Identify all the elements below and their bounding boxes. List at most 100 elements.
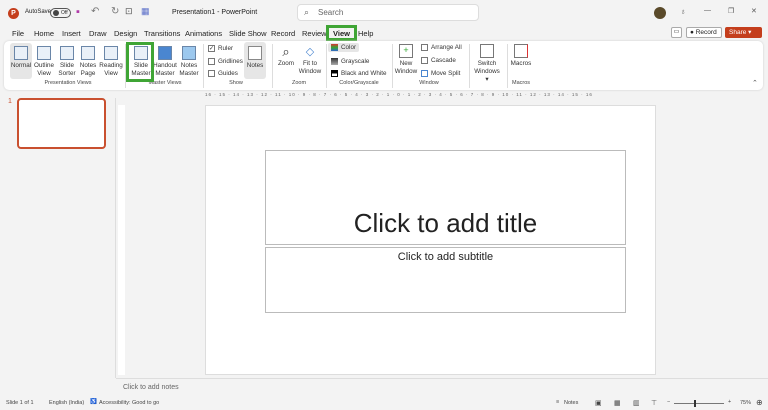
title-placeholder[interactable]: Click to add title bbox=[265, 150, 626, 245]
tab-slide-show[interactable]: Slide Show bbox=[229, 29, 267, 38]
slide-sorter-button[interactable]: Slide Sorter bbox=[56, 46, 78, 78]
notes-page-icon bbox=[81, 46, 95, 60]
tab-animations[interactable]: Animations bbox=[185, 29, 222, 38]
fit-slide-icon[interactable]: ⊕ bbox=[756, 398, 763, 407]
macros-icon bbox=[514, 44, 528, 58]
autosave-toggle[interactable]: Off bbox=[50, 8, 71, 18]
search-input[interactable]: ⌕ Search bbox=[297, 4, 479, 21]
group-label: Macros bbox=[511, 80, 531, 86]
share-button[interactable]: Share ▾ bbox=[725, 27, 762, 38]
collapse-ribbon-icon[interactable]: ⌃ bbox=[752, 79, 758, 87]
zoom-level[interactable]: 75% bbox=[740, 400, 751, 406]
comments-button[interactable]: ▭ bbox=[671, 27, 682, 38]
label: Switch Windows bbox=[474, 60, 500, 75]
horizontal-ruler: 16 · 15 · 14 · 13 · 12 · 11 · 10 · 9 · 8… bbox=[205, 92, 593, 97]
pane-divider[interactable] bbox=[115, 98, 116, 378]
macros-button[interactable]: Macros bbox=[509, 44, 533, 68]
normal-view-icon[interactable]: ▣ bbox=[595, 399, 602, 407]
avatar[interactable] bbox=[654, 7, 666, 19]
label: Notes Page bbox=[79, 62, 97, 77]
tab-record[interactable]: Record bbox=[271, 29, 295, 38]
color-button[interactable]: Color bbox=[328, 43, 360, 52]
tab-review[interactable]: Review bbox=[302, 29, 327, 38]
record-button[interactable]: ● Record bbox=[686, 27, 722, 38]
ruler-checkbox[interactable]: ✓ Ruler bbox=[208, 45, 233, 52]
group-label: Window bbox=[419, 80, 439, 86]
restore-button[interactable]: ❐ bbox=[728, 7, 734, 15]
guides-checkbox[interactable]: Guides bbox=[208, 70, 238, 77]
redo-icon[interactable]: ↻ bbox=[111, 6, 119, 17]
label: Notes bbox=[246, 62, 264, 69]
switch-windows-button[interactable]: Switch Windows ▾ bbox=[472, 44, 502, 84]
normal-view-button[interactable]: Normal bbox=[10, 43, 32, 79]
label: Zoom bbox=[277, 60, 295, 67]
view-tab-highlight bbox=[326, 25, 357, 41]
fit-to-window-button[interactable]: ◇ Fit to Window bbox=[297, 44, 323, 76]
outline-view-button[interactable]: Outline View bbox=[33, 46, 55, 78]
cascade-button[interactable]: Cascade bbox=[421, 57, 456, 64]
divider bbox=[469, 44, 470, 88]
notes-icon bbox=[248, 46, 262, 60]
black-and-white-button[interactable]: Black and White bbox=[331, 70, 387, 77]
reading-view-icon[interactable]: ▥ bbox=[633, 399, 640, 407]
slide-sorter-icon[interactable]: ▦ bbox=[614, 399, 621, 407]
notes-toggle-icon: ≡ bbox=[556, 399, 560, 405]
divider bbox=[326, 44, 327, 88]
divider bbox=[392, 44, 393, 88]
notes-pane[interactable]: Click to add notes bbox=[116, 378, 768, 395]
zoom-button[interactable]: ⌕ Zoom bbox=[275, 44, 297, 68]
color-icon bbox=[331, 44, 338, 51]
new-window-icon: + bbox=[399, 44, 413, 58]
zoom-out-button[interactable]: − bbox=[667, 399, 670, 405]
status-bar: Slide 1 of 1 English (India) ♿ Accessibi… bbox=[0, 396, 768, 410]
tab-home[interactable]: Home bbox=[34, 29, 54, 38]
tab-help[interactable]: Help bbox=[358, 29, 373, 38]
label: Notes Master bbox=[179, 62, 199, 77]
label: Normal bbox=[10, 62, 32, 69]
label: Fit to Window bbox=[298, 60, 322, 75]
tab-draw[interactable]: Draw bbox=[89, 29, 107, 38]
record-label: Record bbox=[695, 29, 717, 36]
present-icon[interactable]: ⊡ bbox=[125, 6, 133, 17]
close-button[interactable]: ✕ bbox=[751, 7, 757, 15]
accessibility-icon: ♿ bbox=[90, 399, 97, 405]
language-indicator[interactable]: English (India) bbox=[49, 400, 84, 406]
group-label: Color/Grayscale bbox=[339, 80, 379, 86]
tab-insert[interactable]: Insert bbox=[62, 29, 81, 38]
save-icon[interactable]: ▪ bbox=[76, 6, 80, 18]
slide-counter: Slide 1 of 1 bbox=[6, 400, 34, 406]
move-split-button[interactable]: Move Split bbox=[421, 70, 460, 77]
reading-view-button[interactable]: Reading View bbox=[99, 46, 123, 78]
label: Color bbox=[341, 44, 357, 51]
subtitle-placeholder[interactable]: Click to add subtitle bbox=[265, 247, 626, 313]
arrange-all-button[interactable]: Arrange All bbox=[421, 44, 462, 51]
zoom-slider[interactable] bbox=[674, 400, 724, 407]
checkbox bbox=[208, 70, 215, 77]
notes-page-button[interactable]: Notes Page bbox=[78, 46, 98, 78]
new-window-button[interactable]: + New Window bbox=[394, 44, 418, 76]
tab-design[interactable]: Design bbox=[114, 29, 137, 38]
title-bar: P AutoSave Off ▪ ↶ ↻ ⊡ ▦ Presentation1 -… bbox=[0, 0, 768, 27]
grayscale-button[interactable]: Grayscale bbox=[331, 58, 369, 65]
gridlines-checkbox[interactable]: Gridlines bbox=[208, 58, 243, 65]
divider bbox=[272, 44, 273, 88]
notes-button[interactable]: Notes bbox=[244, 42, 266, 79]
accessibility-status[interactable]: Accessibility: Good to go bbox=[99, 400, 159, 406]
zoom-in-button[interactable]: + bbox=[728, 399, 731, 405]
slide-thumbnail[interactable] bbox=[17, 98, 106, 149]
notes-toggle[interactable]: Notes bbox=[564, 400, 578, 406]
tab-file[interactable]: File bbox=[12, 29, 24, 38]
handout-master-button[interactable]: Handout Master bbox=[153, 46, 177, 78]
tab-transitions[interactable]: Transitions bbox=[144, 29, 180, 38]
checkbox bbox=[208, 58, 215, 65]
minimize-button[interactable]: — bbox=[704, 7, 711, 14]
notes-master-button[interactable]: Notes Master bbox=[178, 46, 200, 78]
slideshow-icon[interactable]: ⊤ bbox=[651, 399, 657, 407]
label: Handout Master bbox=[153, 62, 177, 77]
search-icon: ⌕ bbox=[304, 7, 310, 17]
magnifier-icon: ⌕ bbox=[282, 44, 290, 59]
undo-icon[interactable]: ↶ bbox=[91, 6, 99, 17]
customize-icon[interactable]: ▦ bbox=[141, 6, 150, 17]
lightbulb-icon[interactable]: ♁ bbox=[680, 7, 686, 16]
zoom-slider-thumb[interactable] bbox=[694, 400, 696, 407]
